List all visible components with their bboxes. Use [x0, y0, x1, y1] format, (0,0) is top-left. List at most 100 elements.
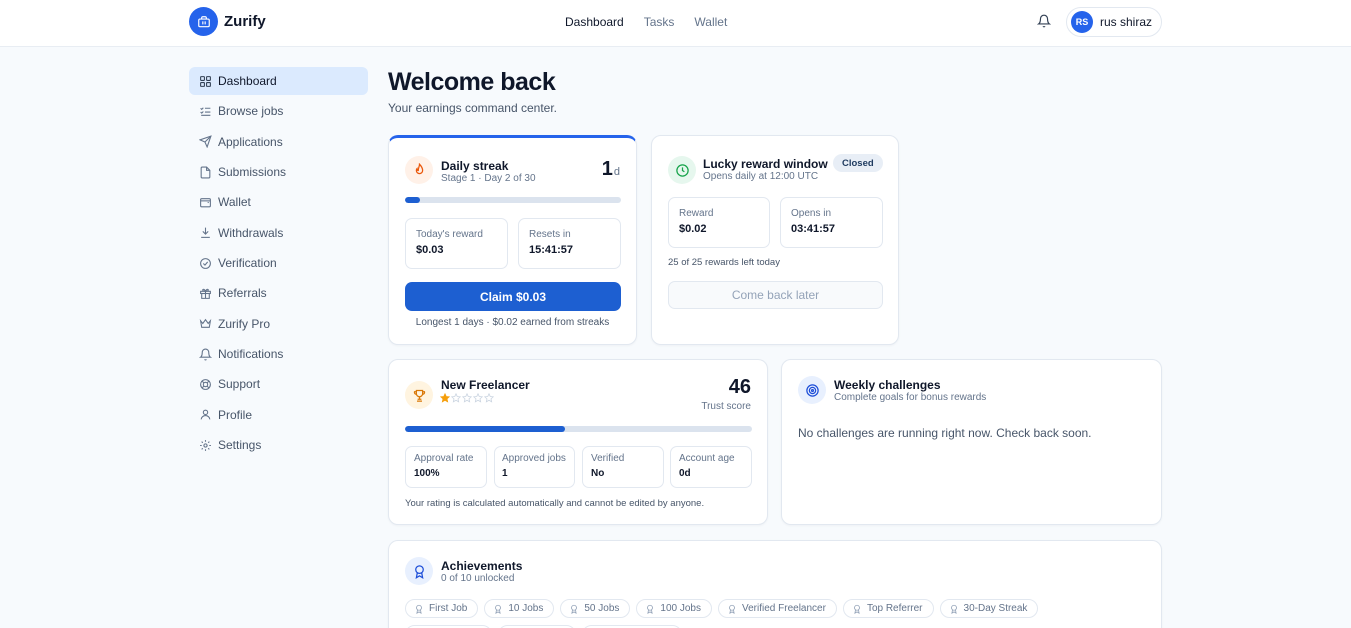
lucky-reward-label: Reward	[679, 208, 714, 219]
achievement-chip[interactable]: First Job	[405, 599, 479, 618]
logo-icon[interactable]	[189, 7, 218, 36]
award-icon	[405, 557, 433, 585]
stat-value: No	[591, 468, 605, 479]
star-empty-icon	[473, 393, 483, 403]
trophy-icon	[405, 381, 433, 409]
trust-progress-bar	[405, 426, 752, 432]
trust-score-value: 46	[728, 376, 751, 398]
user-menu-button[interactable]: RS rus shiraz	[1066, 7, 1162, 37]
list-check-icon	[200, 107, 211, 116]
app-name[interactable]: Zurify	[224, 13, 266, 30]
user-name: rus shiraz	[1100, 15, 1153, 29]
claim-button[interactable]: Claim $0.03	[405, 282, 621, 311]
achievement-chip[interactable]: 30-Day Streak	[939, 599, 1039, 618]
page-subtitle: Your earnings command center.	[388, 101, 557, 115]
sidebar-item-verification[interactable]: Verification	[189, 249, 368, 277]
lucky-reward-card: Lucky reward window Opens daily at 12:00…	[651, 135, 899, 345]
award-icon	[950, 604, 957, 614]
achievement-chip[interactable]: Top Referrer	[842, 599, 934, 618]
achievement-chip[interactable]: Verified Freelancer	[718, 599, 837, 618]
lucky-title: Lucky reward window	[703, 157, 828, 171]
stat-verified: Verified No	[582, 446, 664, 488]
come-back-later-button[interactable]: Come back later	[668, 281, 883, 309]
file-icon	[200, 166, 211, 178]
resets-in-box: Resets in 15:41:57	[518, 218, 621, 269]
award-icon	[495, 604, 502, 614]
sidebar-item-submissions[interactable]: Submissions	[189, 158, 368, 186]
streak-title: Daily streak	[441, 159, 509, 173]
sidebar-item-applications[interactable]: Applications	[189, 128, 368, 156]
star-filled-icon	[440, 393, 450, 403]
sidebar-item-label: Referrals	[218, 286, 267, 301]
opens-in-box: Opens in 03:41:57	[780, 197, 883, 248]
sidebar-item-notifications[interactable]: Notifications	[189, 340, 368, 368]
resets-in-label: Resets in	[529, 229, 571, 240]
star-empty-icon	[451, 393, 461, 403]
stat-approved-jobs: Approved jobs 1	[494, 446, 575, 488]
achievement-chip-label: Verified Freelancer	[742, 603, 826, 614]
target-icon	[798, 376, 826, 404]
lucky-reward-box: Reward $0.02	[668, 197, 770, 248]
achievement-chip-label: 50 Jobs	[584, 603, 620, 614]
sidebar: Dashboard Browse jobs Applications Submi…	[189, 67, 368, 461]
award-icon	[729, 604, 735, 614]
stat-label: Approved jobs	[502, 453, 566, 464]
download-icon	[201, 227, 210, 239]
sidebar-item-wallet[interactable]: Wallet	[189, 188, 368, 216]
top-bar: Zurify Dashboard Tasks Wallet RS rus shi…	[0, 0, 1351, 47]
sidebar-item-label: Profile	[218, 407, 253, 422]
stat-label: Approval rate	[414, 453, 474, 464]
achievement-chips: First Job 10 Jobs 50 Jobs 100 Jobs Verif…	[405, 599, 1044, 618]
sidebar-item-profile[interactable]: Profile	[189, 401, 368, 429]
achievement-chip-label: 30-Day Streak	[963, 603, 1028, 614]
lifebuoy-icon	[200, 379, 211, 390]
stat-value: 0d	[679, 468, 691, 479]
crown-icon	[199, 319, 212, 329]
achievements-title: Achievements	[441, 559, 523, 573]
streak-count-value: 1	[601, 158, 613, 180]
sidebar-item-withdrawals[interactable]: Withdrawals	[189, 219, 368, 247]
star-empty-icon	[462, 393, 472, 403]
check-circle-icon	[200, 257, 211, 269]
lucky-subtitle: Opens daily at 12:00 UTC	[703, 171, 819, 182]
flame-icon	[405, 156, 433, 184]
today-reward-box: Today's reward $0.03	[405, 218, 508, 269]
status-badge: Closed	[833, 154, 883, 172]
achievement-chip[interactable]: 50 Jobs	[560, 599, 631, 618]
stat-account-age: Account age 0d	[670, 446, 752, 488]
award-icon	[416, 604, 422, 614]
user-icon	[200, 409, 211, 420]
topnav-dashboard[interactable]: Dashboard	[565, 15, 624, 29]
top-nav: Dashboard Tasks Wallet	[565, 15, 727, 29]
today-reward-label: Today's reward	[416, 229, 483, 240]
achievement-chip-label: Top Referrer	[866, 603, 923, 614]
weekly-empty-message: No challenges are running right now. Che…	[798, 426, 1092, 440]
streak-progress-fill	[405, 197, 421, 203]
sidebar-item-label: Notifications	[218, 347, 284, 362]
sidebar-item-settings[interactable]: Settings	[189, 431, 368, 459]
sidebar-item-label: Dashboard	[218, 74, 277, 88]
sidebar-item-dashboard[interactable]: Dashboard	[189, 67, 368, 95]
sidebar-item-label: Browse jobs	[218, 104, 284, 119]
achievement-chip[interactable]: 100 Jobs	[636, 599, 712, 618]
sidebar-item-label: Withdrawals	[218, 225, 284, 240]
weekly-title: Weekly challenges	[834, 378, 941, 392]
topnav-wallet[interactable]: Wallet	[694, 15, 727, 29]
weekly-subtitle: Complete goals for bonus rewards	[834, 392, 987, 403]
award-icon	[647, 604, 654, 614]
trust-score-card: New Freelancer 46 Trust score Approval r…	[388, 359, 768, 525]
sidebar-item-referrals[interactable]: Referrals	[189, 279, 368, 307]
notifications-bell-icon[interactable]	[1037, 14, 1051, 28]
sidebar-item-label: Applications	[218, 134, 283, 149]
freelancer-title: New Freelancer	[441, 378, 530, 392]
sidebar-item-label: Verification	[218, 256, 277, 271]
sidebar-item-zurify-pro[interactable]: Zurify Pro	[189, 310, 368, 338]
sidebar-item-support[interactable]: Support	[189, 370, 368, 398]
sidebar-item-browse-jobs[interactable]: Browse jobs	[189, 97, 368, 125]
daily-streak-card: Daily streak Stage 1 · Day 2 of 30 1 d T…	[388, 135, 637, 345]
topnav-tasks[interactable]: Tasks	[644, 15, 675, 29]
avatar: RS	[1071, 11, 1093, 33]
achievement-chip[interactable]: 10 Jobs	[484, 599, 555, 618]
streak-count-unit: d	[613, 166, 620, 178]
lucky-reward-value: $0.02	[679, 223, 707, 235]
